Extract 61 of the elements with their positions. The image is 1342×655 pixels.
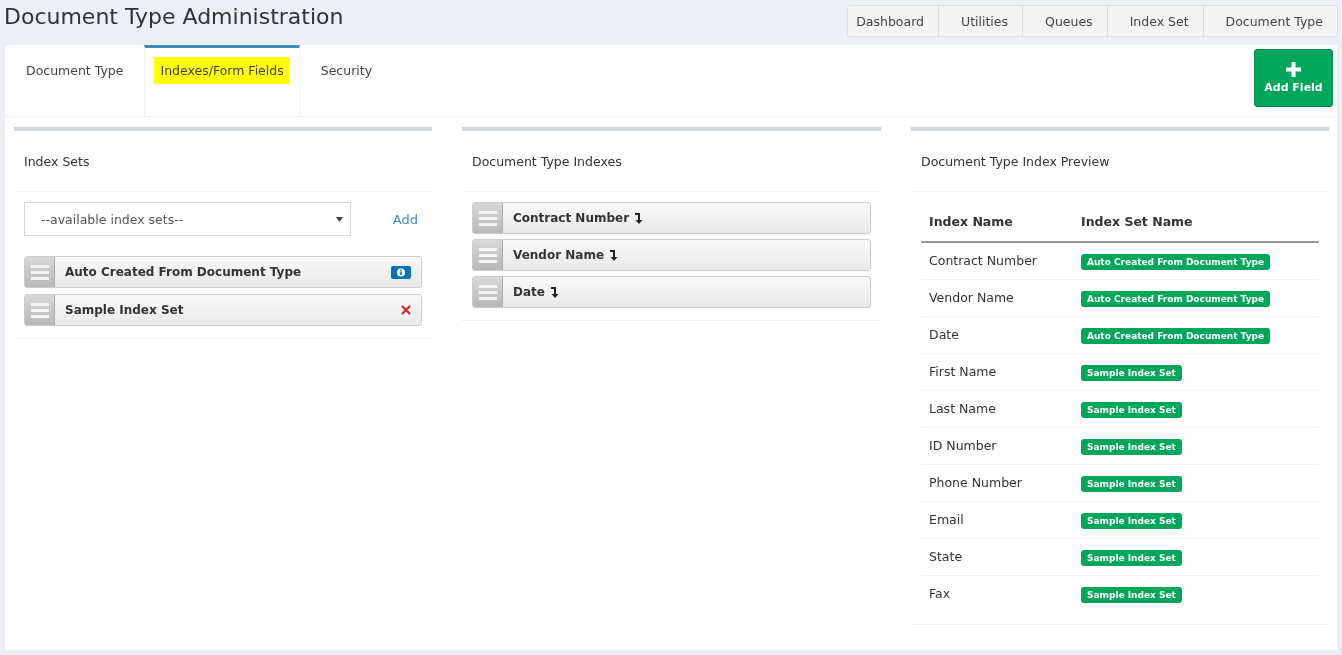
index-set-tag: Auto Created From Document Type bbox=[1081, 291, 1271, 307]
index-set-tag: Sample Index Set bbox=[1081, 439, 1182, 455]
item-label: Date bbox=[513, 285, 545, 299]
tab[interactable]: Indexes/Form Fields bbox=[144, 45, 300, 117]
index-set-tag: Sample Index Set bbox=[1081, 402, 1182, 418]
close-icon[interactable] bbox=[401, 305, 411, 315]
item-label: Sample Index Set bbox=[65, 303, 184, 317]
drag-handle-icon[interactable] bbox=[473, 240, 503, 270]
index-set-item[interactable]: Auto Created From Document Type bbox=[24, 256, 422, 288]
panel-title: Index Sets bbox=[24, 153, 90, 169]
add-link[interactable]: Add bbox=[392, 211, 418, 227]
table-cell: Last Name bbox=[921, 390, 1073, 427]
column-header: Index Name bbox=[921, 202, 1073, 242]
index-set-tag: Sample Index Set bbox=[1081, 587, 1182, 604]
table-cell: Fax bbox=[921, 575, 1073, 612]
table-cell: Email bbox=[921, 501, 1073, 538]
caret-icon bbox=[336, 216, 343, 222]
drag-handle-icon[interactable] bbox=[25, 295, 55, 325]
table-cell: Vendor Name bbox=[921, 279, 1073, 316]
breadcrumb-link[interactable]: Utilities bbox=[939, 6, 1024, 36]
plus-icon bbox=[1286, 62, 1301, 77]
panel-title: Document Type Indexes bbox=[472, 153, 622, 169]
breadcrumb-link[interactable]: Dashboard bbox=[848, 6, 939, 36]
breadcrumb-link[interactable]: Document Type bbox=[1203, 6, 1337, 36]
item-label: Auto Created From Document Type bbox=[65, 265, 302, 279]
breadcrumb-link[interactable]: Queues bbox=[1023, 6, 1108, 36]
tab[interactable]: Security bbox=[299, 45, 394, 117]
info-icon[interactable] bbox=[391, 265, 411, 279]
tab-label: Document Type bbox=[25, 62, 125, 80]
table-cell: Date bbox=[921, 316, 1073, 353]
index-set-tag: Auto Created From Document Type bbox=[1081, 254, 1271, 271]
index-set-tag: Sample Index Set bbox=[1081, 550, 1182, 566]
panel-title: Document Type Index Preview bbox=[921, 153, 1110, 169]
table-cell: State bbox=[921, 538, 1073, 575]
page-title: Document Type Administration bbox=[4, 4, 344, 29]
tab-label: Security bbox=[319, 62, 374, 80]
tab-label: Indexes/Form Fields bbox=[154, 57, 290, 84]
index-set-tag: Sample Index Set bbox=[1081, 513, 1182, 529]
table-cell: Contract Number bbox=[921, 242, 1073, 279]
arrow-down-icon bbox=[609, 249, 619, 261]
drag-handle-icon[interactable] bbox=[473, 203, 503, 233]
drag-handle-icon[interactable] bbox=[25, 257, 55, 287]
arrow-down-icon bbox=[634, 212, 644, 224]
item-label: Contract Number bbox=[513, 211, 630, 225]
index-set-item[interactable]: Sample Index Set bbox=[24, 294, 422, 326]
table-cell: First Name bbox=[921, 353, 1073, 390]
drag-handle-icon[interactable] bbox=[473, 277, 503, 307]
index-item[interactable]: Vendor Name bbox=[472, 239, 871, 271]
breadcrumb-link[interactable]: Index Set bbox=[1107, 6, 1204, 36]
index-item[interactable]: Date bbox=[472, 276, 871, 308]
index-set-select[interactable]: --available index sets-- bbox=[24, 202, 351, 236]
item-label: Vendor Name bbox=[513, 248, 605, 262]
tab[interactable]: Document Type bbox=[5, 45, 145, 117]
index-set-tag: Sample Index Set bbox=[1081, 365, 1182, 381]
index-set-tag: Auto Created From Document Type bbox=[1081, 328, 1271, 344]
arrow-down-icon bbox=[549, 286, 559, 298]
table-cell: ID Number bbox=[921, 427, 1073, 464]
column-header: Index Set Name bbox=[1073, 202, 1319, 242]
index-item[interactable]: Contract Number bbox=[472, 202, 871, 234]
table-cell: Phone Number bbox=[921, 464, 1073, 501]
index-set-tag: Sample Index Set bbox=[1081, 476, 1182, 492]
